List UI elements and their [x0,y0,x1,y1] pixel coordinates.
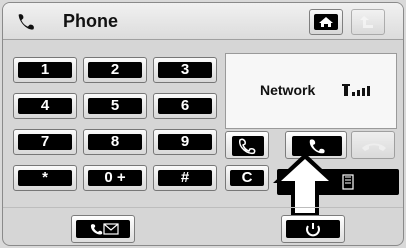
key-1[interactable]: 1 [13,57,77,83]
voicemail-icon [90,223,119,235]
key-hash[interactable]: # [153,165,217,191]
key-zero-plus[interactable]: 0 + [83,165,147,191]
key-star[interactable]: * [13,165,77,191]
header-bar: Phone [3,3,403,40]
key-7[interactable]: 7 [13,129,77,155]
power-button[interactable] [281,215,345,243]
phone-handset-icon [18,14,34,30]
page-title: Phone [63,11,119,31]
key-9[interactable]: 9 [153,129,217,155]
key-8[interactable]: 8 [83,129,147,155]
call-outline-icon [232,136,264,156]
voicemail-button[interactable] [71,215,135,243]
phone-app-window: Phone 1 2 3 4 5 6 7 8 9 * 0 + # Network … [2,2,404,246]
hangup-icon [362,143,386,151]
key-4[interactable]: 4 [13,93,77,119]
back-button[interactable] [351,9,385,35]
network-label: Network [260,82,316,98]
clear-key[interactable]: C [225,165,269,191]
key-2[interactable]: 2 [83,57,147,83]
bottom-divider [3,207,403,208]
hangup-button[interactable] [351,131,395,159]
signal-strength-icon [342,84,370,96]
power-icon [306,223,320,237]
home-button[interactable] [309,9,343,35]
call-log-button[interactable] [225,131,269,159]
up-arrow-icon [360,16,373,28]
key-5[interactable]: 5 [83,93,147,119]
key-6[interactable]: 6 [153,93,217,119]
network-status-panel: Network [225,53,397,129]
key-3[interactable]: 3 [153,57,217,83]
home-icon [314,14,338,30]
